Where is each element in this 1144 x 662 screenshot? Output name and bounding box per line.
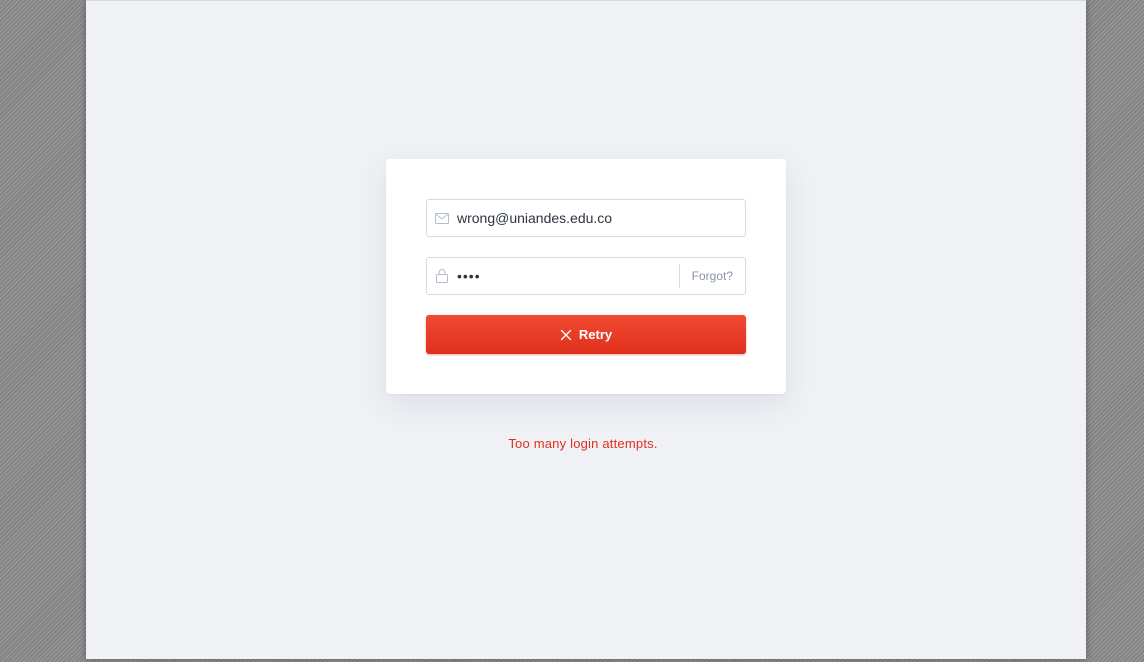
error-message: Too many login attempts. (508, 436, 658, 451)
email-field[interactable] (426, 199, 746, 237)
retry-button-label: Retry (578, 327, 613, 342)
page: Forgot? Retry Too many login attempts. (86, 0, 1086, 659)
envelope-icon (427, 200, 457, 236)
lock-icon (427, 258, 457, 294)
login-card: Forgot? Retry (386, 159, 786, 394)
password-input[interactable] (457, 258, 679, 294)
password-field[interactable]: Forgot? (426, 257, 746, 295)
close-icon (560, 329, 572, 341)
retry-button[interactable]: Retry (426, 315, 746, 354)
email-input[interactable] (457, 200, 745, 236)
forgot-password-link[interactable]: Forgot? (678, 264, 745, 288)
